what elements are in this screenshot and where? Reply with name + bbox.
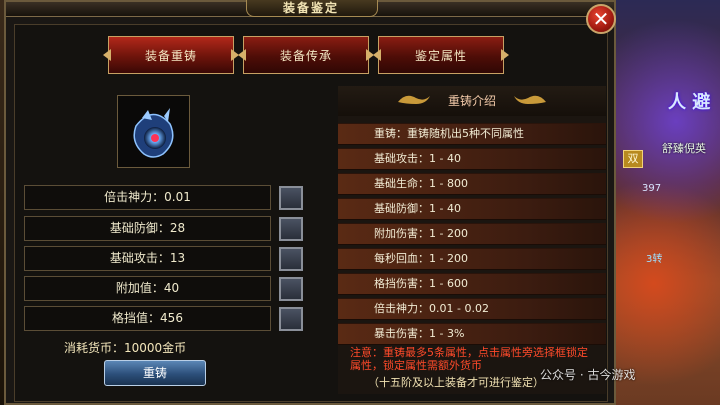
tab-appraise-attributes[interactable]: 鉴定属性: [373, 36, 504, 74]
attribute-row[interactable]: 基础防御：28: [24, 216, 271, 241]
attribute-row[interactable]: 附加值：40: [24, 276, 271, 301]
game-sign-text: 人 避: [668, 92, 711, 113]
player-level-text: 3转: [646, 254, 663, 265]
attribute-lock-checkbox[interactable]: [279, 247, 303, 271]
attribute-lock-checkbox[interactable]: [279, 307, 303, 331]
gem-amulet-icon: [133, 108, 174, 158]
intro-row: 每秒回血：1 - 200: [338, 248, 606, 270]
tab-inherit[interactable]: 装备传承: [238, 36, 369, 74]
attribute-row[interactable]: 基础攻击：13: [24, 246, 271, 271]
tab-label: 装备重铸: [144, 48, 197, 63]
intro-row: 基础防御：1 - 40: [338, 198, 606, 220]
recast-button[interactable]: 重铸: [104, 360, 206, 386]
game-background-right: [610, 0, 720, 405]
attribute-row[interactable]: 倍击神力：0.01: [24, 185, 271, 210]
window-title: 装备鉴定: [282, 1, 339, 15]
intro-row: 格挡伤害：1 - 600: [338, 273, 606, 295]
intro-title: 重铸介绍: [447, 94, 496, 108]
attribute-lock-checkbox[interactable]: [279, 186, 303, 210]
tab-label: 鉴定属性: [414, 48, 467, 63]
watermark: 公众号 · 古今游戏: [540, 368, 636, 382]
player-stat-number: 397: [642, 183, 662, 194]
close-icon: ✕: [592, 7, 610, 31]
equipment-slot[interactable]: [117, 95, 190, 168]
close-button[interactable]: ✕: [586, 4, 616, 34]
attribute-lock-checkbox[interactable]: [279, 217, 303, 241]
attribute-row[interactable]: 格挡值：456: [24, 306, 271, 331]
intro-row: 基础生命：1 - 800: [338, 173, 606, 195]
intro-row: 重铸：重铸随机出5种不同属性: [338, 123, 606, 145]
intro-row: 附加伤害：1 - 200: [338, 223, 606, 245]
intro-row: 基础攻击：1 - 40: [338, 148, 606, 170]
player-title-badge: 双: [623, 150, 643, 168]
cost-label: 消耗货币：10000金币: [64, 341, 187, 355]
tab-recast[interactable]: 装备重铸: [103, 36, 234, 74]
tab-label: 装备传承: [279, 48, 332, 63]
attribute-lock-checkbox[interactable]: [279, 277, 303, 301]
intro-row: 倍击神力：0.01 - 0.02: [338, 298, 606, 320]
player-name: 舒臻倪英: [662, 142, 706, 155]
intro-row: 暴击伤害：1 - 3%: [338, 323, 606, 345]
